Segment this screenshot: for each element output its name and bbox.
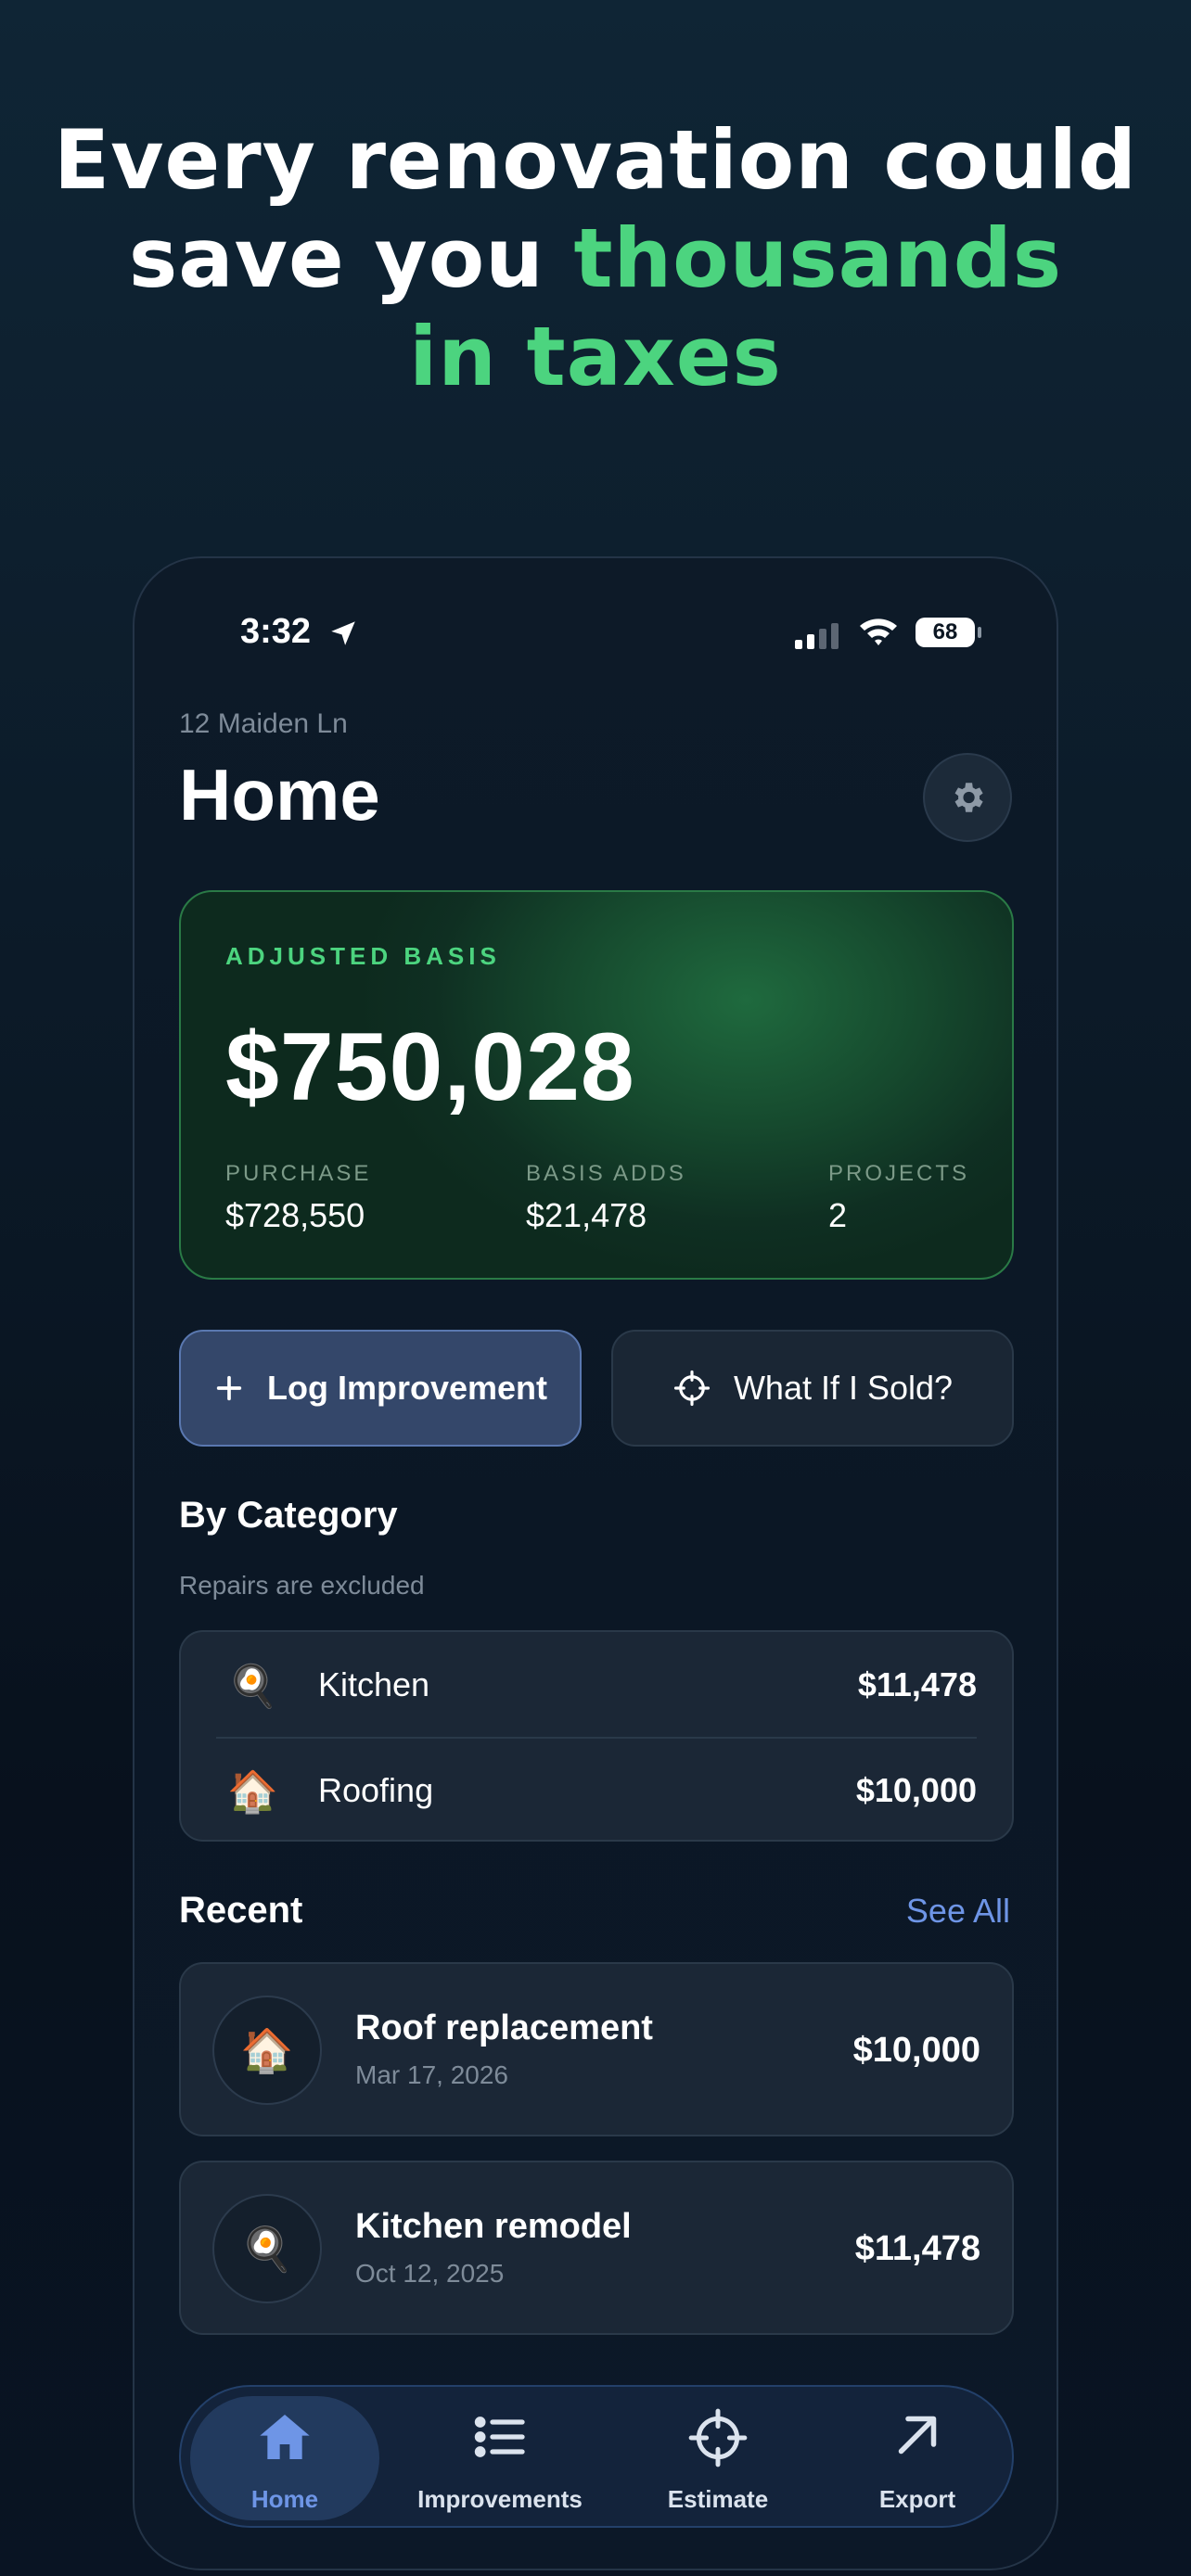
category-name: Roofing: [318, 1771, 434, 1809]
category-row-roofing[interactable]: 🏠 Roofing $10,000: [181, 1738, 1012, 1843]
crosshair-icon: [687, 2407, 749, 2473]
log-improvement-label: Log Improvement: [266, 1369, 548, 1407]
recent-item-date: Mar 17, 2026: [355, 2060, 508, 2089]
recent-item-kitchen[interactable]: 🍳 Kitchen remodel Oct 12, 2025 $11,478: [179, 2161, 1014, 2335]
by-category-subtitle: Repairs are excluded: [179, 1571, 425, 1600]
category-amount: $11,478: [857, 1665, 977, 1703]
house-icon: 🏠: [227, 1768, 278, 1816]
by-category-heading: By Category: [179, 1495, 398, 1536]
plus-icon: [216, 1375, 242, 1401]
stat-projects: PROJECTS 2: [828, 1161, 969, 1235]
headline-line-2: save you thousands: [0, 210, 1191, 308]
settings-button[interactable]: [923, 753, 1012, 842]
gear-icon: [954, 783, 983, 812]
tab-export[interactable]: Export: [825, 2387, 1010, 2530]
adjusted-basis-card: ADJUSTED BASIS $750,028 PURCHASE $728,55…: [179, 890, 1014, 1280]
cellular-signal-icon: [795, 621, 841, 654]
tab-label: Home: [250, 2485, 319, 2513]
headline-line-3: in taxes: [409, 309, 782, 404]
tab-label: Estimate: [667, 2485, 769, 2513]
stat-purchase: PURCHASE $728,550: [225, 1161, 371, 1235]
tab-estimate[interactable]: Estimate: [611, 2387, 825, 2530]
recent-item-amount: $11,478: [854, 2229, 980, 2268]
property-address: 12 Maiden Ln: [179, 708, 348, 739]
stat-label: PURCHASE: [225, 1161, 372, 1186]
headline-line-1: Every renovation could: [54, 112, 1137, 208]
tab-label: Export: [878, 2485, 956, 2513]
stat-value: $21,478: [526, 1196, 647, 1234]
recent-item-amount: $10,000: [852, 2031, 980, 2070]
list-icon: [470, 2407, 530, 2471]
recent-item-date: Oct 12, 2025: [355, 2259, 505, 2288]
page-title: Home: [179, 754, 380, 835]
arrow-up-right-icon: [890, 2407, 945, 2468]
frying-pan-icon: 🍳: [227, 1663, 278, 1710]
log-improvement-button[interactable]: Log Improvement: [179, 1330, 582, 1447]
recent-item-roof[interactable]: 🏠 Roof replacement Mar 17, 2026 $10,000: [179, 1962, 1014, 2136]
stat-label: PROJECTS: [828, 1161, 970, 1186]
phone-frame: 3:32 68 12 Maiden Ln Home ADJUSTED BASIS…: [133, 556, 1058, 2570]
headline-prefix: save you: [128, 210, 574, 306]
location-arrow-icon: [327, 618, 359, 654]
what-if-sold-button[interactable]: What If I Sold?: [611, 1330, 1014, 1447]
basis-label: ADJUSTED BASIS: [225, 942, 501, 970]
category-amount: $10,000: [855, 1771, 977, 1809]
frying-pan-icon: 🍳: [212, 2194, 322, 2303]
house-icon: [254, 2407, 315, 2471]
category-name: Kitchen: [318, 1665, 430, 1703]
battery-icon: 68: [916, 618, 981, 647]
recent-heading: Recent: [179, 1890, 303, 1931]
category-row-kitchen[interactable]: 🍳 Kitchen $11,478: [181, 1632, 1012, 1738]
headline-accent: thousands: [573, 210, 1063, 306]
stat-basis-adds: BASIS ADDS $21,478: [526, 1161, 686, 1235]
tab-bar: Home Improvements Estimate Export: [179, 2385, 1014, 2528]
tab-label: Improvements: [417, 2485, 583, 2513]
what-if-sold-label: What If I Sold?: [733, 1369, 954, 1407]
recent-item-title: Kitchen remodel: [355, 2207, 632, 2246]
recent-item-title: Roof replacement: [355, 2009, 653, 2047]
basis-amount: $750,028: [225, 1014, 635, 1121]
house-icon: 🏠: [212, 1996, 322, 2105]
status-bar: 3:32 68: [134, 612, 1057, 668]
wifi-icon: [858, 616, 899, 652]
tab-home[interactable]: Home: [181, 2387, 389, 2530]
stat-label: BASIS ADDS: [526, 1161, 686, 1186]
see-all-link[interactable]: See All: [906, 1892, 1010, 1931]
category-list: 🍳 Kitchen $11,478 🏠 Roofing $10,000: [179, 1630, 1014, 1842]
stat-value: $728,550: [225, 1196, 365, 1234]
tab-improvements[interactable]: Improvements: [389, 2387, 611, 2530]
marketing-headline: Every renovation could save you thousand…: [0, 111, 1191, 406]
stat-value: 2: [828, 1196, 848, 1234]
status-time: 3:32: [240, 612, 312, 651]
crosshair-icon: [673, 1370, 711, 1407]
